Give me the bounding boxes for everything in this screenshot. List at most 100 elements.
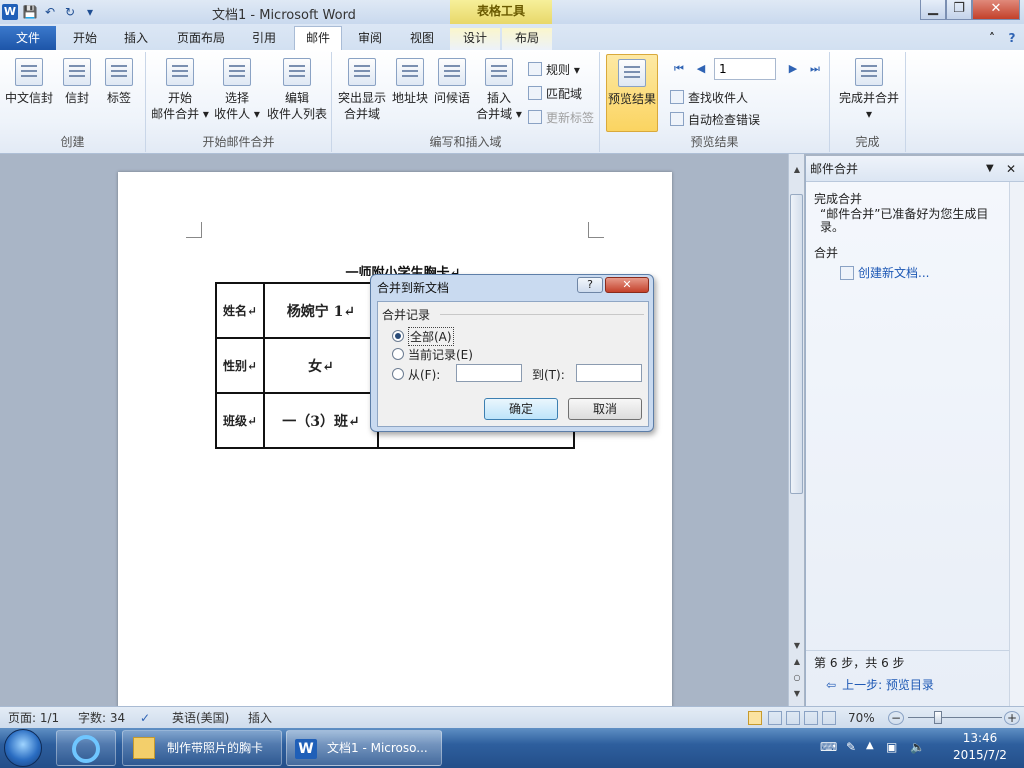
scroll-up-icon[interactable]: ▲ [791, 164, 803, 176]
proofing-icon[interactable]: ✓ [140, 710, 150, 726]
select-recipients-button[interactable]: 选择 收件人 ▾ [210, 58, 264, 122]
web-layout-view-icon[interactable] [786, 711, 800, 725]
insert-mode-indicator[interactable]: 插入 [248, 710, 272, 726]
network-icon[interactable]: ▣ [886, 740, 897, 754]
zoom-slider-track[interactable] [908, 717, 1002, 718]
taskbar-word-window[interactable]: W 文档1 - Microso... [286, 730, 442, 766]
to-record-input[interactable] [576, 364, 642, 382]
full-screen-view-icon[interactable] [768, 711, 782, 725]
scroll-down-icon[interactable]: ▼ [791, 640, 803, 652]
next-page-icon[interactable]: ▼ [791, 688, 803, 700]
update-labels-button[interactable]: 更新标签 [528, 108, 594, 126]
rules-button[interactable]: 规则 ▾ [528, 60, 580, 78]
task-pane-menu-icon[interactable]: ▼ [986, 156, 994, 182]
table-cell-label[interactable]: 班级↵ [215, 392, 265, 449]
previous-record-icon[interactable]: ◀ [694, 60, 708, 78]
minimize-button[interactable]: ▁ [920, 0, 946, 20]
tab-mailings[interactable]: 邮件 [294, 26, 342, 50]
table-cell-label[interactable]: 姓名↵ [215, 282, 265, 339]
radio-from-indicator[interactable] [392, 368, 404, 380]
print-layout-view-icon[interactable] [748, 711, 762, 725]
finish-merge-button[interactable]: 完成并合并 ▾ [834, 58, 904, 122]
tab-review[interactable]: 审阅 [348, 28, 392, 50]
word-app-icon[interactable]: W [2, 4, 18, 20]
tab-references[interactable]: 引用 [244, 28, 284, 50]
find-recipient-button[interactable]: 查找收件人 [670, 88, 748, 106]
language-indicator[interactable]: 英语(美国) [172, 710, 229, 726]
tab-insert[interactable]: 插入 [114, 28, 158, 50]
last-record-icon[interactable]: ⏭ [808, 60, 822, 78]
browse-object-icon[interactable]: ○ [791, 672, 803, 684]
chinese-envelopes-button[interactable]: 中文信封 [4, 58, 54, 106]
create-new-document-link[interactable]: 创建新文档... [840, 264, 929, 281]
zoom-in-icon[interactable]: + [1004, 711, 1020, 725]
start-button[interactable] [4, 729, 42, 767]
next-record-icon[interactable]: ▶ [786, 60, 800, 78]
edit-recipient-list-button[interactable]: 编辑 收件人列表 [264, 58, 330, 122]
word-count[interactable]: 字数: 34 [78, 710, 125, 726]
previous-step-link[interactable]: ⇦ 上一步: 预览目录 [826, 676, 934, 693]
radio-from-range[interactable]: 从(F): [392, 366, 440, 382]
outline-view-icon[interactable] [804, 711, 818, 725]
labels-button[interactable]: 标签 [102, 58, 136, 106]
table-cell-label[interactable]: 性别↵ [215, 337, 265, 394]
radio-all-indicator[interactable] [392, 330, 404, 342]
tab-view[interactable]: 视图 [400, 28, 444, 50]
address-block-button[interactable]: 地址块 [390, 58, 430, 106]
draft-view-icon[interactable] [822, 711, 836, 725]
highlight-merge-fields-button[interactable]: 突出显示 合并域 [336, 58, 388, 122]
record-number-input[interactable] [714, 58, 776, 80]
zoom-level[interactable]: 70% [848, 710, 875, 726]
document-vertical-scrollbar[interactable]: ▲ ▼ ▲ ○ ▼ [788, 154, 804, 706]
zoom-slider-thumb[interactable] [934, 711, 942, 724]
close-window-button[interactable]: ✕ [972, 0, 1020, 20]
envelopes-button[interactable]: 信封 [60, 58, 94, 106]
first-record-icon[interactable]: ⏮ [672, 60, 686, 78]
scrollbar-thumb[interactable] [790, 194, 803, 494]
ok-button[interactable]: 确定 [484, 398, 558, 420]
dialog-help-button[interactable]: ? [577, 277, 603, 293]
qat-dropdown-icon[interactable]: ▾ [82, 4, 98, 20]
system-clock[interactable]: 13:46 2015/7/2 [940, 730, 1020, 764]
page-count[interactable]: 页面: 1/1 [8, 710, 59, 726]
insert-merge-field-button[interactable]: 插入 合并域 ▾ [474, 58, 524, 122]
help-icon[interactable]: ? [1004, 28, 1020, 50]
tab-page-layout[interactable]: 页面布局 [168, 28, 234, 50]
task-pane-close-icon[interactable]: ✕ [1006, 156, 1016, 182]
start-mail-merge-button[interactable]: 开始 邮件合并 ▾ [150, 58, 210, 122]
auto-check-errors-button[interactable]: 自动检查错误 [670, 110, 760, 128]
match-fields-button[interactable]: 匹配域 [528, 84, 582, 102]
previous-page-icon[interactable]: ▲ [791, 656, 803, 668]
envelope-cn-icon [15, 58, 43, 86]
preview-results-button[interactable]: 预览结果 [606, 54, 658, 132]
tab-home[interactable]: 开始 [62, 28, 108, 50]
taskbar-folder-window[interactable]: 制作带照片的胸卡 [122, 730, 282, 766]
tab-design[interactable]: 设计 [450, 28, 500, 50]
table-cell-value[interactable]: 一（3）班↵ [263, 392, 379, 449]
document-page[interactable]: 一师附小学生胸卡↵ 姓名↵ 杨婉宁 1↵ 性别↵ 女↵ 班级↵ 一（3）班↵ [118, 172, 672, 706]
undo-icon[interactable]: ↶ [42, 4, 58, 20]
radio-current-indicator[interactable] [392, 348, 404, 360]
task-pane-scrollbar[interactable] [1009, 182, 1024, 706]
volume-icon[interactable]: 🔈 [910, 740, 925, 754]
save-icon[interactable]: 💾 [22, 4, 38, 20]
cancel-button[interactable]: 取消 [568, 398, 642, 420]
finish-merge-label: 完成并合并 [838, 91, 899, 105]
redo-icon[interactable]: ↻ [62, 4, 78, 20]
ime-icon[interactable]: ✎ [846, 740, 856, 754]
table-cell-value[interactable]: 女↵ [263, 337, 379, 394]
table-cell-value[interactable]: 杨婉宁 1↵ [263, 282, 379, 339]
restore-button[interactable]: ❐ [946, 0, 972, 20]
radio-current-record[interactable]: 当前记录(E) [392, 346, 473, 362]
ie-taskbar-button[interactable] [56, 730, 116, 766]
greeting-line-button[interactable]: 问候语 [432, 58, 472, 106]
dialog-close-button[interactable]: ✕ [605, 277, 649, 293]
zoom-out-icon[interactable]: − [888, 711, 904, 725]
tab-file[interactable]: 文件 [0, 26, 56, 50]
show-hidden-icons-icon[interactable]: ▲ [866, 740, 874, 751]
radio-all-records[interactable]: 全部(A) [392, 326, 454, 346]
minimize-ribbon-icon[interactable]: ˄ [984, 28, 1000, 50]
keyboard-icon[interactable]: ⌨ [820, 740, 837, 754]
from-record-input[interactable] [456, 364, 522, 382]
tab-layout[interactable]: 布局 [502, 28, 552, 50]
